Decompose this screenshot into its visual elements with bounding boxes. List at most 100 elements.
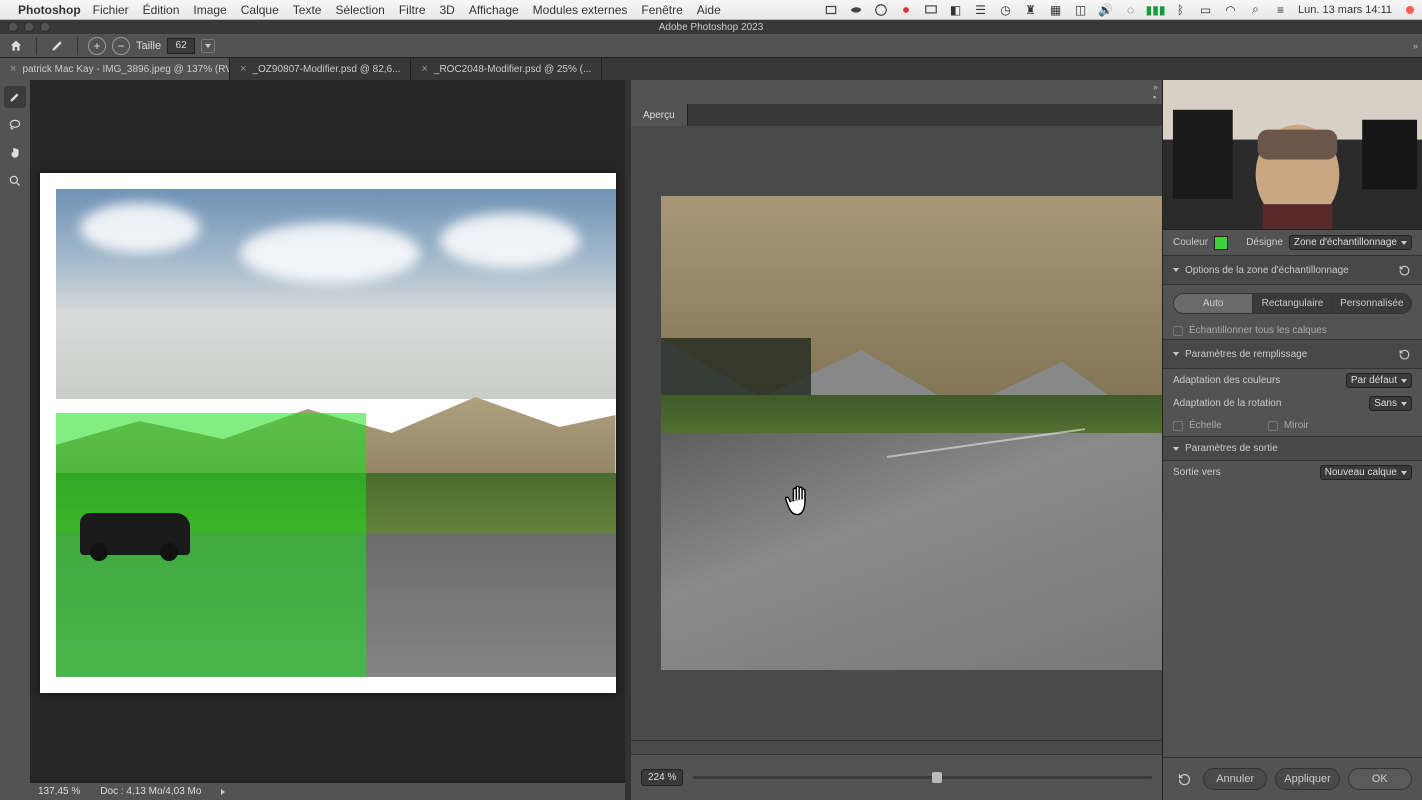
doc-tab-2[interactable]: × _OZ90807-Modifier.psd @ 82,6... <box>230 58 411 80</box>
menu-text[interactable]: Texte <box>293 3 322 17</box>
section-output-params[interactable]: Paramètres de sortie <box>1163 436 1422 461</box>
scale-checkbox[interactable]: Échelle <box>1173 420 1222 431</box>
tray-screen-icon[interactable] <box>923 2 938 17</box>
tray-cc-icon[interactable] <box>873 2 888 17</box>
lasso-tool[interactable] <box>4 114 26 136</box>
status-doc[interactable]: Doc : 4,13 Mo/4,03 Mo <box>100 786 201 797</box>
collapse-optbar-icon[interactable]: » <box>1413 41 1416 51</box>
menu-view[interactable]: Affichage <box>469 3 519 17</box>
checkbox-label: Miroir <box>1284 420 1309 431</box>
menu-selection[interactable]: Sélection <box>335 3 384 17</box>
tray-window-icon[interactable]: ◫ <box>1073 2 1088 17</box>
tray-control-icon[interactable]: ≡ <box>1273 2 1288 17</box>
app-name[interactable]: Photoshop <box>18 3 81 17</box>
brush-tool[interactable] <box>4 86 26 108</box>
ok-button[interactable]: OK <box>1348 768 1412 790</box>
close-icon[interactable]: × <box>421 63 427 75</box>
preview-zoom-slider[interactable] <box>693 776 1152 779</box>
menu-help[interactable]: Aide <box>697 3 721 17</box>
tray-camera-icon[interactable] <box>823 2 838 17</box>
color-adapt-select[interactable]: Par défaut <box>1346 373 1412 388</box>
preview-tab[interactable]: Aperçu <box>631 104 688 126</box>
tray-wifi-icon[interactable]: ◠ <box>1223 2 1238 17</box>
rotation-label: Adaptation de la rotation <box>1173 398 1281 409</box>
tray-record-icon[interactable] <box>898 2 913 17</box>
preview-canvas[interactable] <box>631 126 1162 740</box>
cancel-button[interactable]: Annuler <box>1203 768 1267 790</box>
document-tabs: × patrick Mac Kay - IMG_3896.jpeg @ 137%… <box>0 58 1422 80</box>
tray-flag-icon[interactable]: ▮▮▮ <box>1148 2 1163 17</box>
tray-battery-icon[interactable]: ▭ <box>1198 2 1213 17</box>
designates-label: Désigne <box>1246 237 1283 248</box>
menu-3d[interactable]: 3D <box>440 3 455 17</box>
tray-clock-icon[interactable]: ◷ <box>998 2 1013 17</box>
doc-tab-label: _OZ90807-Modifier.psd @ 82,6... <box>252 64 400 75</box>
tray-search-icon[interactable]: ⌕ <box>1248 2 1263 17</box>
designates-select[interactable]: Zone d'échantillonnage <box>1289 235 1412 250</box>
preview-image <box>661 196 1162 670</box>
seg-auto[interactable]: Auto <box>1174 294 1253 313</box>
close-icon[interactable]: × <box>10 63 16 75</box>
brush-tool-icon[interactable] <box>47 36 67 56</box>
brush-subtract-button[interactable]: − <box>112 37 130 55</box>
preview-panel: »▪ Aperçu 224 % <box>631 80 1162 800</box>
section-label: Paramètres de remplissage <box>1185 349 1307 360</box>
brush-add-button[interactable]: + <box>88 37 106 55</box>
seg-custom[interactable]: Personnalisée <box>1333 294 1411 313</box>
tray-stack-icon[interactable]: ☰ <box>973 2 988 17</box>
tray-volume-icon[interactable]: 🔊 <box>1098 2 1113 17</box>
menu-window[interactable]: Fenêtre <box>641 3 682 17</box>
tray-display-icon[interactable]: ◧ <box>948 2 963 17</box>
zoom-tool[interactable] <box>4 170 26 192</box>
doc-tab-1[interactable]: × patrick Mac Kay - IMG_3896.jpeg @ 137%… <box>0 58 230 80</box>
options-bar: + − Taille » <box>0 34 1422 58</box>
seg-rect[interactable]: Rectangulaire <box>1253 294 1332 313</box>
canvas-image <box>40 173 616 693</box>
reset-icon[interactable] <box>1396 346 1412 362</box>
menu-filter[interactable]: Filtre <box>399 3 426 17</box>
document-canvas[interactable] <box>30 80 625 782</box>
tray-sync-icon[interactable]: ◌ <box>1123 2 1138 17</box>
window-traffic-lights[interactable] <box>8 22 50 32</box>
webcam-overlay <box>1163 80 1422 230</box>
color-swatch[interactable] <box>1214 236 1228 250</box>
undo-icon[interactable] <box>1173 768 1195 790</box>
menu-layer[interactable]: Calque <box>241 3 279 17</box>
doc-tab-label: _ROC2048-Modifier.psd @ 25% (... <box>434 64 591 75</box>
menu-edit[interactable]: Édition <box>143 3 180 17</box>
doc-tab-label: patrick Mac Kay - IMG_3896.jpeg @ 137% (… <box>22 64 230 75</box>
section-fill-params[interactable]: Paramètres de remplissage <box>1163 339 1422 369</box>
hand-cursor-icon <box>780 482 826 528</box>
close-icon[interactable]: × <box>240 63 246 75</box>
tray-grid-icon[interactable]: ▦ <box>1048 2 1063 17</box>
status-more-icon[interactable] <box>221 789 225 795</box>
hand-tool[interactable] <box>4 142 26 164</box>
section-sample-options[interactable]: Options de la zone d'échantillonnage <box>1163 255 1422 285</box>
home-icon[interactable] <box>6 36 26 56</box>
collapse-preview-icon[interactable]: »▪ <box>1147 80 1162 104</box>
apply-button[interactable]: Appliquer <box>1275 768 1339 790</box>
checkbox-label: Échantillonner tous les calques <box>1189 325 1327 336</box>
macos-menubar: Photoshop Fichier Édition Image Calque T… <box>0 0 1422 20</box>
doc-tab-3[interactable]: × _ROC2048-Modifier.psd @ 25% (... <box>411 58 602 80</box>
tray-tower-icon[interactable]: ♜ <box>1023 2 1038 17</box>
preview-zoom-value[interactable]: 224 % <box>641 769 683 786</box>
color-adapt-label: Adaptation des couleurs <box>1173 375 1280 386</box>
app-titlebar: Adobe Photoshop 2023 <box>0 20 1422 34</box>
output-to-select[interactable]: Nouveau calque <box>1320 465 1412 480</box>
tray-bird-icon[interactable] <box>848 2 863 17</box>
mirror-checkbox[interactable]: Miroir <box>1268 420 1309 431</box>
reset-icon[interactable] <box>1396 262 1412 278</box>
rotation-select[interactable]: Sans <box>1369 396 1412 411</box>
sample-all-layers-checkbox[interactable]: Échantillonner tous les calques <box>1163 322 1422 339</box>
tray-bluetooth-icon[interactable]: ᛒ <box>1173 2 1188 17</box>
menu-file[interactable]: Fichier <box>93 3 129 17</box>
preview-zoom-bar: 224 % <box>631 754 1162 800</box>
menu-image[interactable]: Image <box>193 3 226 17</box>
size-input[interactable] <box>167 38 195 54</box>
menu-plugins[interactable]: Modules externes <box>533 3 628 17</box>
color-label: Couleur <box>1173 237 1208 248</box>
status-zoom[interactable]: 137,45 % <box>38 786 80 797</box>
menubar-clock[interactable]: Lun. 13 mars 14:11 <box>1298 4 1392 16</box>
size-dropdown[interactable] <box>201 39 215 53</box>
